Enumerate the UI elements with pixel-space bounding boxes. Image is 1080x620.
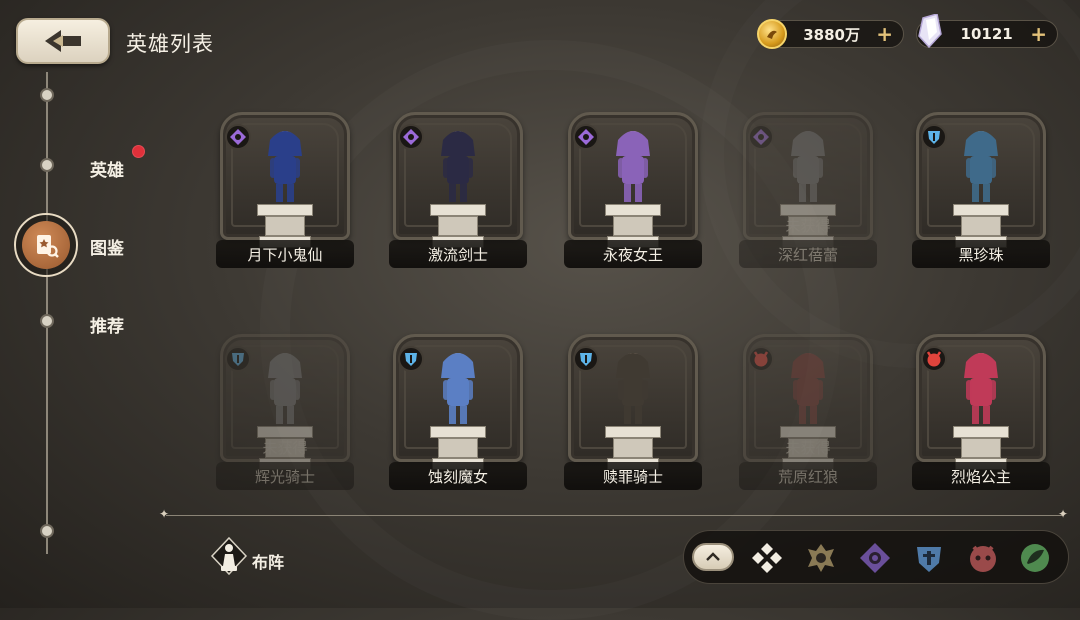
hero-name: 月下小鬼仙 xyxy=(216,240,354,268)
order-faction-icon xyxy=(398,346,424,372)
wild-faction-icon xyxy=(808,544,834,572)
hero-sprite xyxy=(268,131,302,202)
hero-name: 激流剑士 xyxy=(389,240,527,268)
back-arrow-icon xyxy=(45,30,81,52)
hero-sprite xyxy=(964,353,998,424)
divider-star-icon: ✦ xyxy=(159,507,170,521)
hero-sprite xyxy=(791,131,825,202)
filter-all-button[interactable] xyxy=(750,541,784,575)
codex-book-icon xyxy=(37,235,59,258)
chess-piece-icon xyxy=(210,536,248,576)
arcane-faction-icon xyxy=(748,124,774,150)
back-button[interactable] xyxy=(16,18,110,64)
filter-nature-button[interactable] xyxy=(1018,541,1052,575)
divider xyxy=(166,515,1062,516)
nav-item-heroes[interactable]: 英雄 xyxy=(90,156,124,181)
add-crystal-icon[interactable]: + xyxy=(1030,24,1047,44)
hero-name: 荒原红狼 xyxy=(739,462,877,490)
arcane-faction-icon xyxy=(860,543,890,573)
page-title: 英雄列表 xyxy=(126,32,214,56)
hero-sprite xyxy=(616,131,650,202)
hero-sprite xyxy=(441,131,475,202)
nav-dot-recommend xyxy=(40,314,54,328)
hero-sprite xyxy=(268,353,302,424)
nav-track-node xyxy=(40,88,54,102)
gold-amount: 3880万 xyxy=(803,25,860,44)
hero-name: 赎罪骑士 xyxy=(564,462,702,490)
hero-card[interactable]: 荒原红狼 未获得 xyxy=(739,334,877,490)
gold-counter[interactable]: 3880万 + xyxy=(757,19,904,49)
sort-button[interactable] xyxy=(692,543,734,571)
add-gold-icon[interactable]: + xyxy=(876,24,893,44)
nav-track xyxy=(46,72,48,554)
nav-item-recommend[interactable]: 推荐 xyxy=(90,312,124,337)
hero-card[interactable]: 深红蓓蕾 未获得 xyxy=(739,112,877,268)
nature-faction-icon xyxy=(1021,544,1049,572)
hero-card[interactable]: 永夜女王 xyxy=(564,112,702,268)
beast-faction-icon xyxy=(921,346,947,372)
sort-up-icon xyxy=(706,552,720,561)
hero-name: 黑珍珠 xyxy=(912,240,1050,268)
hero-card[interactable]: 蚀刻魔女 xyxy=(389,334,527,490)
arcane-faction-icon xyxy=(573,124,599,150)
hero-card[interactable]: 黑珍珠 xyxy=(912,112,1050,268)
nav-item-codex[interactable]: 图鉴 xyxy=(90,234,124,259)
filter-order-button[interactable] xyxy=(912,541,946,575)
hero-sprite xyxy=(791,353,825,424)
nav-item-codex-selected[interactable] xyxy=(14,213,78,277)
faction-filter-bar xyxy=(683,530,1069,584)
crystal-icon xyxy=(918,14,942,48)
filter-arcane-button[interactable] xyxy=(858,541,892,575)
arcane-faction-icon xyxy=(398,124,424,150)
gold-coin-icon xyxy=(757,19,787,49)
all-factions-icon xyxy=(752,543,782,573)
notification-dot xyxy=(132,145,145,158)
hero-name: 永夜女王 xyxy=(564,240,702,268)
order-faction-icon xyxy=(917,547,941,572)
crystal-amount: 10121 xyxy=(960,25,1013,43)
formation-button[interactable] xyxy=(210,536,248,578)
hero-card[interactable]: 月下小鬼仙 xyxy=(216,112,354,268)
hero-name: 深红蓓蕾 xyxy=(739,240,877,268)
unowned-label: 未获得 xyxy=(262,439,308,457)
hero-card[interactable]: 激流剑士 xyxy=(389,112,527,268)
hero-name: 辉光骑士 xyxy=(216,462,354,490)
crystal-counter[interactable]: 10121 + xyxy=(916,14,1058,48)
filter-beast-button[interactable] xyxy=(966,541,1000,575)
arcane-faction-icon xyxy=(225,124,251,150)
hero-card[interactable]: 烈焰公主 xyxy=(912,334,1050,490)
hero-sprite xyxy=(616,353,650,424)
order-faction-icon xyxy=(225,346,251,372)
unowned-label: 未获得 xyxy=(785,439,831,457)
hero-sprite xyxy=(441,353,475,424)
order-faction-icon xyxy=(921,124,947,150)
beast-faction-icon xyxy=(970,545,996,572)
order-faction-icon xyxy=(573,346,599,372)
hero-sprite xyxy=(964,131,998,202)
filter-wild-button[interactable] xyxy=(804,541,838,575)
hero-name: 蚀刻魔女 xyxy=(389,462,527,490)
hero-card[interactable]: 辉光骑士 未获得 xyxy=(216,334,354,490)
hero-name: 烈焰公主 xyxy=(912,462,1050,490)
unowned-label: 未获得 xyxy=(785,217,831,235)
nav-dot-heroes xyxy=(40,158,54,172)
nav-track-node xyxy=(40,524,54,538)
hero-card[interactable]: 赎罪骑士 xyxy=(564,334,702,490)
divider-star-icon: ✦ xyxy=(1058,507,1069,521)
beast-faction-icon xyxy=(748,346,774,372)
formation-label[interactable]: 布阵 xyxy=(252,549,284,573)
